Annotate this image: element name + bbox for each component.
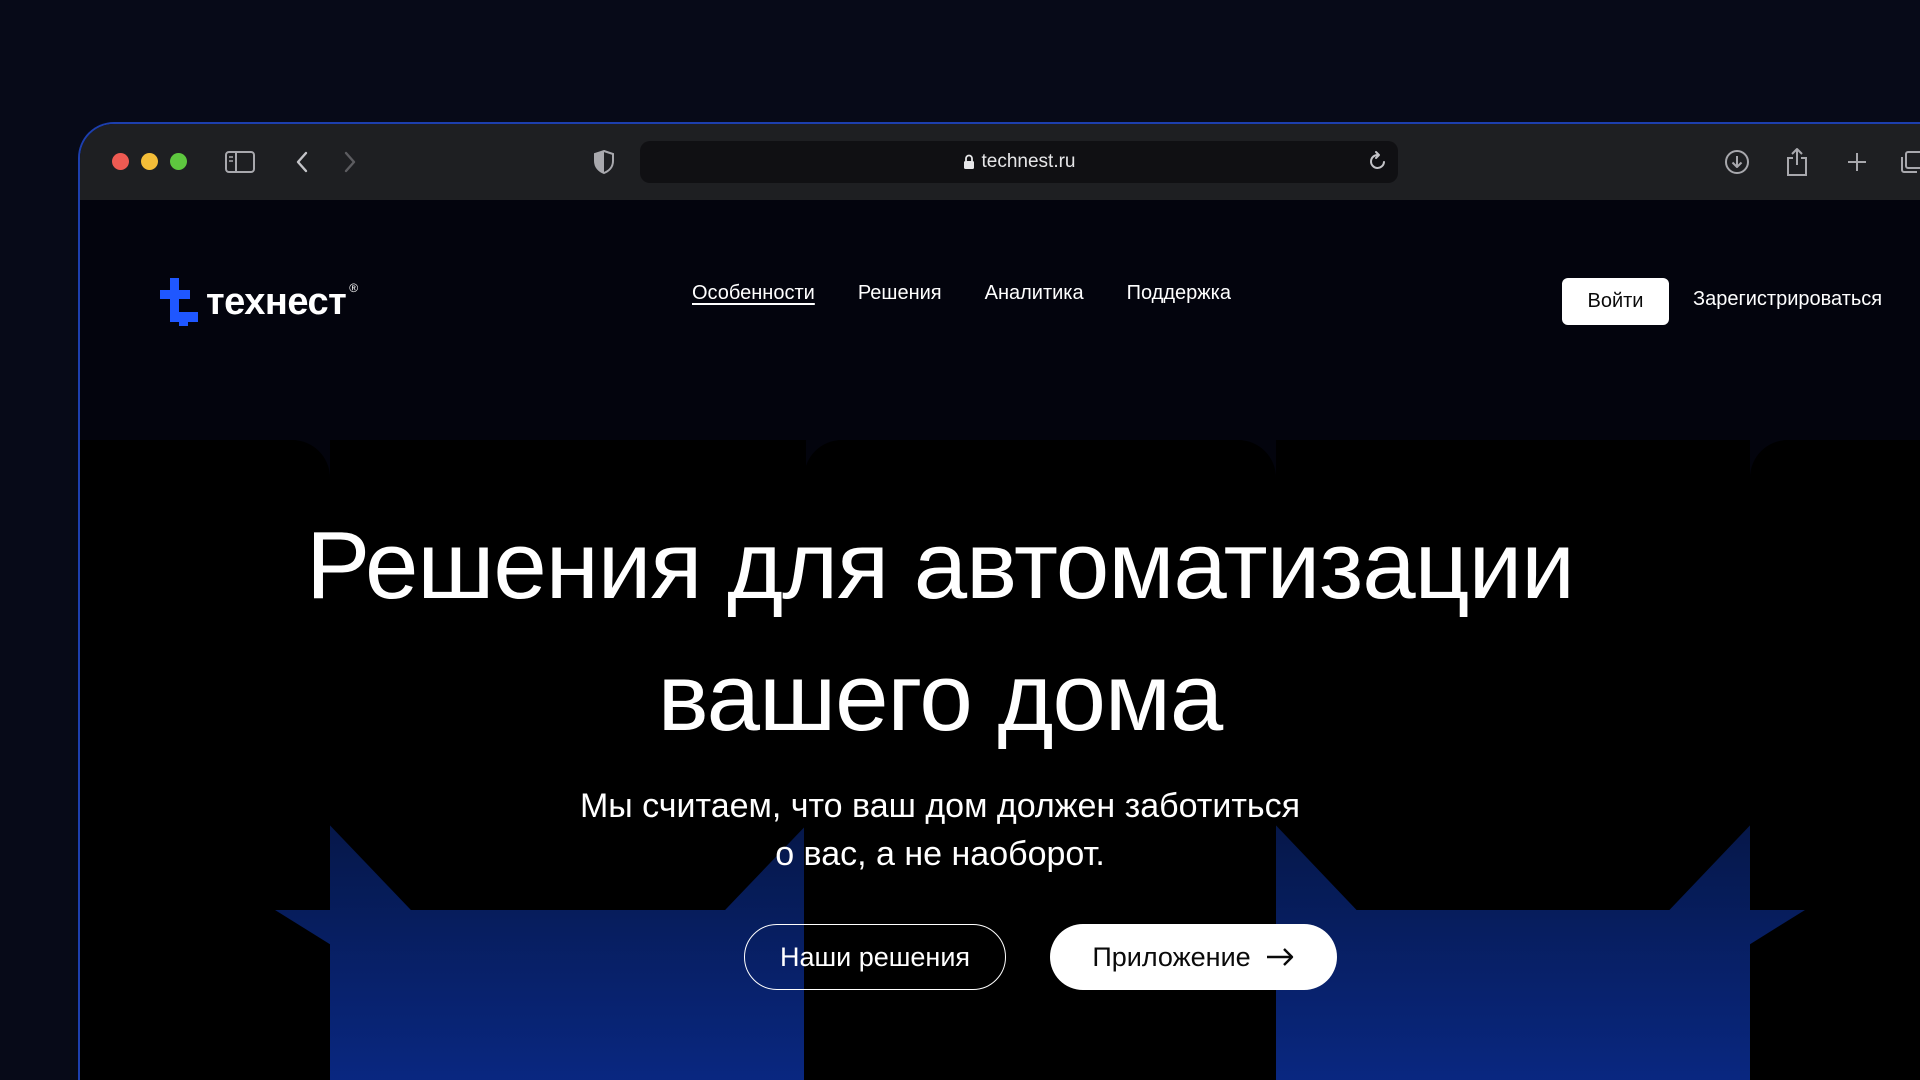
nav-link-features[interactable]: Особенности: [692, 282, 815, 305]
hero-subtitle-line-1: Мы считаем, что ваш дом должен заботитьс…: [579, 787, 1301, 825]
share-icon[interactable]: [1781, 146, 1813, 178]
bg-tile: [1750, 910, 1920, 1080]
screen: technest.ru технест ® Особенности Решени…: [0, 0, 1920, 1080]
arrow-right-icon: [1266, 948, 1293, 966]
our-solutions-label: Наши решения: [779, 941, 971, 972]
login-button[interactable]: Войти: [1562, 278, 1669, 325]
hero-title-line-2: вашего дома: [657, 644, 1223, 751]
hero-title-line-1: Решения для автоматизации: [306, 512, 1575, 619]
nav-link-support[interactable]: Поддержка: [1127, 282, 1231, 305]
logo-mark-icon: [160, 278, 198, 326]
shield-icon[interactable]: [588, 146, 620, 178]
address-bar[interactable]: technest.ru: [640, 141, 1398, 183]
web-page: технест ® Особенности Решения Аналитика …: [80, 200, 1920, 1080]
minimize-window-button[interactable]: [141, 153, 158, 170]
zoom-window-button[interactable]: [170, 153, 187, 170]
plus-icon[interactable]: [1841, 146, 1873, 178]
reload-icon[interactable]: [1368, 150, 1388, 176]
nav-link-analytics[interactable]: Аналитика: [985, 282, 1084, 305]
chevron-left-icon[interactable]: [286, 146, 318, 178]
browser-toolbar: technest.ru: [80, 124, 1920, 200]
sidebar-icon[interactable]: [224, 146, 256, 178]
site-logo[interactable]: технест ®: [160, 278, 358, 326]
app-button[interactable]: Приложение: [1050, 924, 1337, 990]
register-link[interactable]: Зарегистрироваться: [1693, 288, 1882, 311]
browser-window: technest.ru технест ® Особенности Решени…: [78, 122, 1920, 1080]
hero-subtitle-line-2: о вас, а не наоборот.: [775, 835, 1105, 873]
hero-title: Решения для автоматизации вашего дома: [80, 500, 1800, 764]
tabs-overview-icon[interactable]: [1896, 146, 1920, 178]
chevron-right-icon[interactable]: [334, 146, 366, 178]
logo-text: технест: [206, 280, 347, 323]
bg-tile: [80, 910, 330, 1080]
hero-subtitle: Мы считаем, что ваш дом должен заботитьс…: [80, 782, 1800, 878]
lock-icon: [963, 154, 974, 169]
nav-link-solutions[interactable]: Решения: [858, 282, 942, 305]
download-icon[interactable]: [1721, 146, 1753, 178]
close-window-button[interactable]: [112, 153, 129, 170]
main-nav: Особенности Решения Аналитика Поддержка: [692, 282, 1231, 305]
registered-mark: ®: [349, 281, 359, 295]
our-solutions-button[interactable]: Наши решения: [744, 924, 1006, 990]
app-button-label: Приложение: [1092, 941, 1251, 972]
url-text: technest.ru: [981, 151, 1076, 172]
